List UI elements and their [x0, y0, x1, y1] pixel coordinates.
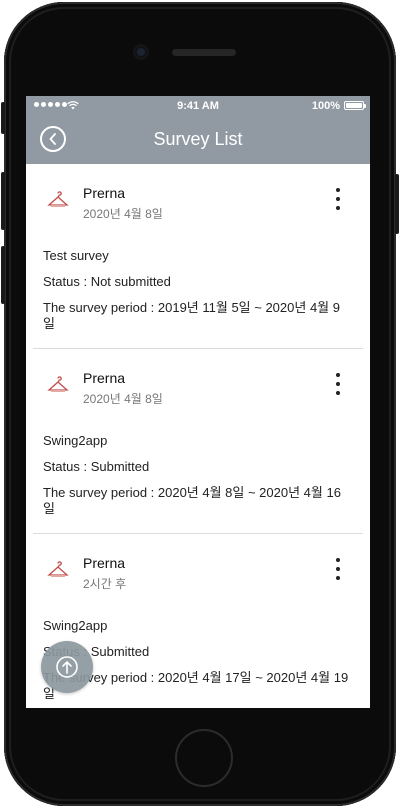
page-title: Survey List	[153, 129, 243, 149]
avatar	[44, 556, 72, 584]
hanger-logo-icon	[47, 561, 69, 577]
survey-title: Test survey	[43, 248, 109, 263]
navigation-bar: Survey List	[26, 116, 370, 164]
power-button	[395, 174, 399, 234]
survey-title: Swing2app	[43, 618, 108, 633]
post-date: 2020년 4월 8일	[83, 207, 163, 221]
status-bar: 9:41 AM 100%	[26, 96, 370, 116]
more-options-icon[interactable]	[334, 558, 342, 580]
front-camera	[135, 46, 147, 58]
app-screen: 9:41 AM 100% Survey List Prerna 2020년 4월…	[26, 96, 370, 708]
survey-status: Status : Submitted	[43, 459, 150, 474]
post-date: 2020년 4월 8일	[83, 392, 163, 406]
survey-list: Prerna 2020년 4월 8일 Test survey Status : …	[26, 164, 370, 708]
survey-period: The survey period : 2019년 11월 5일 ~ 2020년…	[43, 300, 340, 331]
battery-icon	[344, 101, 366, 110]
volume-up-button	[1, 172, 5, 230]
post-date: 2시간 후	[83, 577, 127, 591]
survey-card[interactable]: Prerna 2020년 4월 8일 Swing2app Status : Su…	[26, 349, 370, 534]
author-name: Prerna	[83, 185, 126, 201]
survey-status: Status : Not submitted	[43, 274, 171, 289]
battery-percent: 100%	[311, 100, 340, 112]
mute-switch	[1, 102, 5, 134]
author-name: Prerna	[83, 370, 126, 386]
avatar	[44, 186, 72, 214]
survey-card[interactable]: Prerna 2020년 4월 8일 Test survey Status : …	[26, 164, 370, 349]
more-options-icon[interactable]	[334, 373, 342, 395]
scroll-to-top-button[interactable]	[41, 641, 93, 693]
hanger-logo-icon	[47, 191, 69, 207]
hanger-logo-icon	[47, 376, 69, 392]
home-button[interactable]	[175, 729, 233, 787]
more-options-icon[interactable]	[334, 188, 342, 210]
survey-title: Swing2app	[43, 433, 108, 448]
survey-period: The survey period : 2020년 4월 8일 ~ 2020년 …	[43, 485, 341, 516]
author-name: Prerna	[83, 555, 126, 571]
earpiece-speaker	[172, 49, 236, 56]
arrow-up-circle-icon	[56, 656, 78, 678]
avatar	[44, 371, 72, 399]
volume-down-button	[1, 246, 5, 304]
